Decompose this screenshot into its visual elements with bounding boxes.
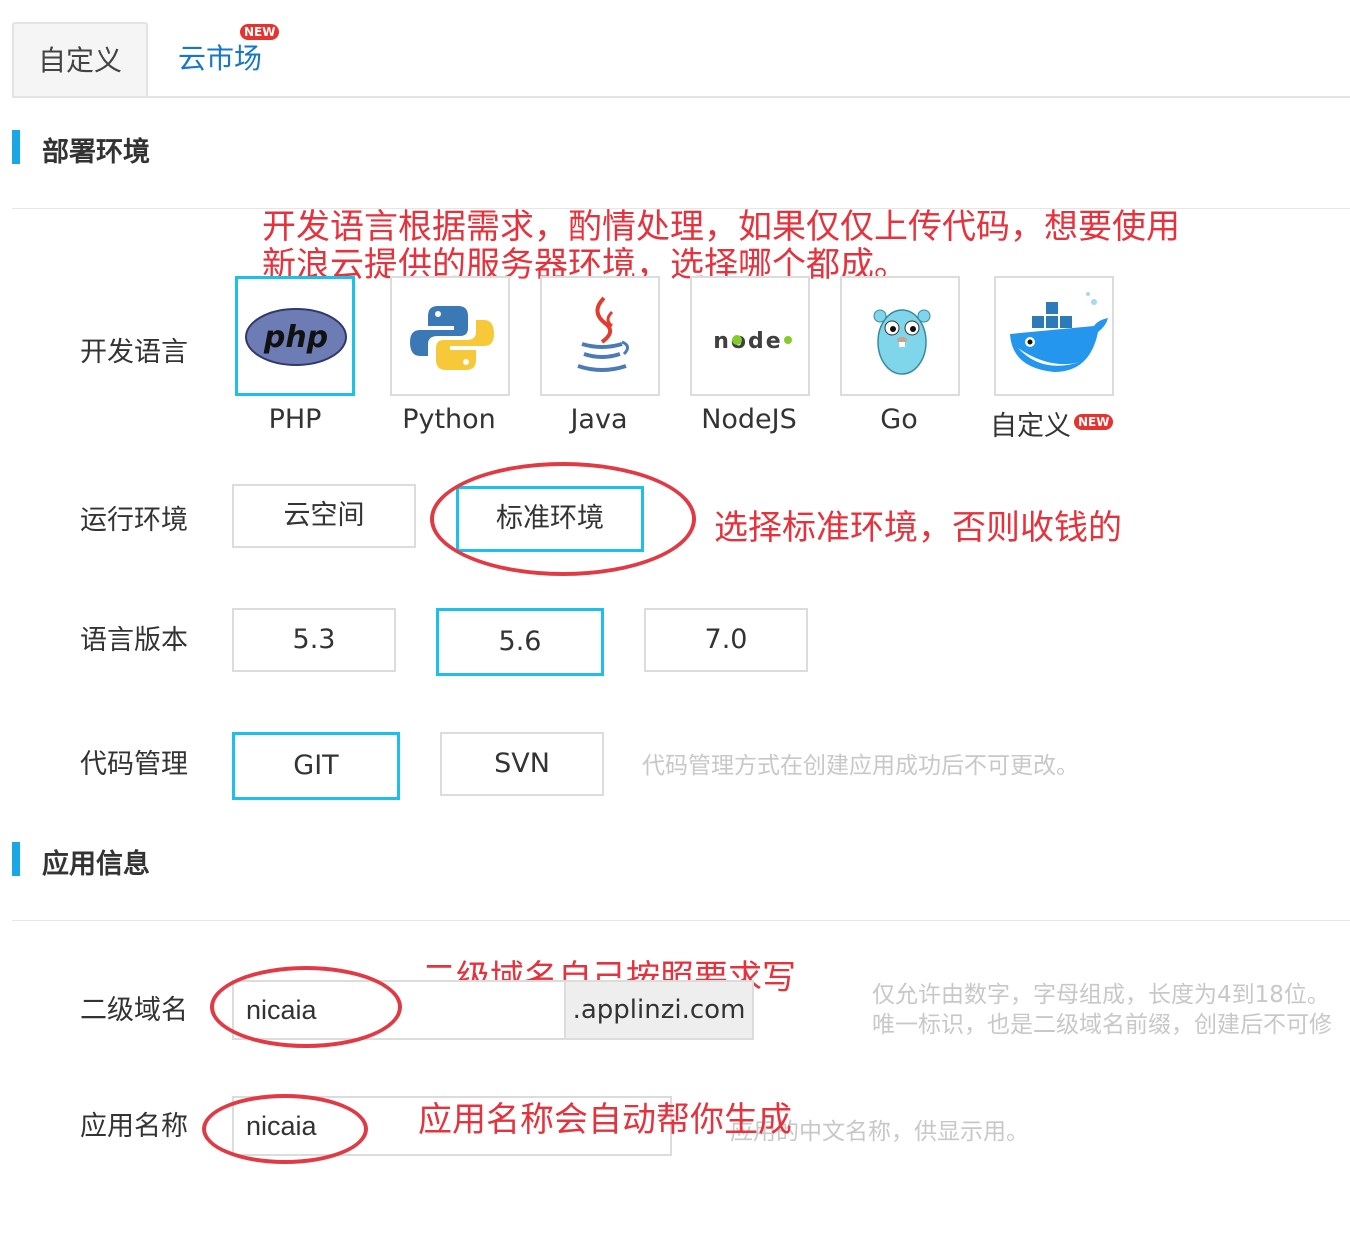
docker-whale-icon (1010, 292, 1108, 372)
dev-language-label: 开发语言 (80, 337, 188, 368)
version-option-5-3[interactable]: 5.3 (232, 608, 396, 672)
annotation-circle (430, 462, 696, 576)
code-option-svn[interactable]: SVN (440, 732, 604, 796)
php-logo-text: php (263, 320, 328, 355)
runtime-option-cloud-space[interactable]: 云空间 (232, 484, 416, 548)
annotation-circle (202, 1094, 368, 1164)
version-option-7-0[interactable]: 7.0 (644, 608, 808, 672)
section-divider (12, 920, 1350, 921)
annotation-app-name: 应用名称会自动帮你生成 (418, 1100, 792, 1140)
language-tile-php[interactable]: php (235, 276, 355, 396)
nodejs-logo-text: node (713, 329, 782, 354)
java-logo-icon (577, 296, 629, 372)
new-badge: NEW (240, 24, 280, 40)
code-mgmt-hint: 代码管理方式在创建应用成功后不可更改。 (642, 753, 1079, 779)
language-label-python: Python (402, 404, 496, 435)
subdomain-label: 二级域名 (80, 995, 188, 1026)
annotation-dev-language: 开发语言根据需求，酌情处理，如果仅仅上传代码，想要使用 新浪云提供的服务器环境，… (262, 208, 1180, 284)
version-option-5-6[interactable]: 5.6 (436, 608, 604, 676)
annotation-line: 开发语言根据需求，酌情处理，如果仅仅上传代码，想要使用 (262, 207, 1180, 247)
new-badge: NEW (1074, 414, 1114, 430)
language-label-java: Java (570, 404, 628, 435)
subdomain-hint: 仅允许由数字，字母组成，长度为4到18位。 唯一标识，也是二级域名前缀，创建后不… (872, 980, 1350, 1040)
language-tile-nodejs[interactable]: node (690, 276, 810, 396)
section-accent-bar (12, 842, 20, 876)
hint-line: 仅允许由数字，字母组成，长度为4到18位。 (872, 982, 1330, 1008)
language-label-go: Go (880, 404, 918, 435)
annotation-circle (210, 966, 402, 1048)
php-logo-icon: php (245, 308, 347, 366)
python-logo-icon (410, 306, 494, 370)
language-tile-python[interactable] (390, 276, 510, 396)
language-tile-go[interactable] (840, 276, 960, 396)
code-mgmt-label: 代码管理 (80, 749, 188, 780)
language-label-custom: 自定义 (990, 411, 1071, 442)
language-tile-java[interactable] (540, 276, 660, 396)
subdomain-suffix: .applinzi.com (564, 980, 754, 1040)
language-tile-custom[interactable] (994, 276, 1114, 396)
hint-line: 唯一标识，也是二级域名前缀，创建后不可修 (872, 1012, 1332, 1038)
section-accent-bar (12, 130, 20, 164)
nodejs-logo-icon: node (713, 329, 792, 354)
tab-bar-underline (12, 96, 1350, 98)
annotation-runtime: 选择标准环境，否则收钱的 (714, 508, 1122, 548)
section-title-deploy: 部署环境 (42, 137, 150, 168)
language-label-nodejs: NodeJS (701, 404, 797, 435)
tab-custom[interactable]: 自定义 (12, 22, 148, 96)
section-title-app-info: 应用信息 (42, 849, 150, 880)
runtime-label: 运行环境 (80, 505, 188, 536)
version-label: 语言版本 (80, 625, 188, 656)
code-option-git[interactable]: GIT (232, 732, 400, 800)
go-gopher-icon (873, 309, 931, 375)
app-name-label: 应用名称 (80, 1111, 188, 1142)
language-label-php: PHP (268, 404, 322, 435)
